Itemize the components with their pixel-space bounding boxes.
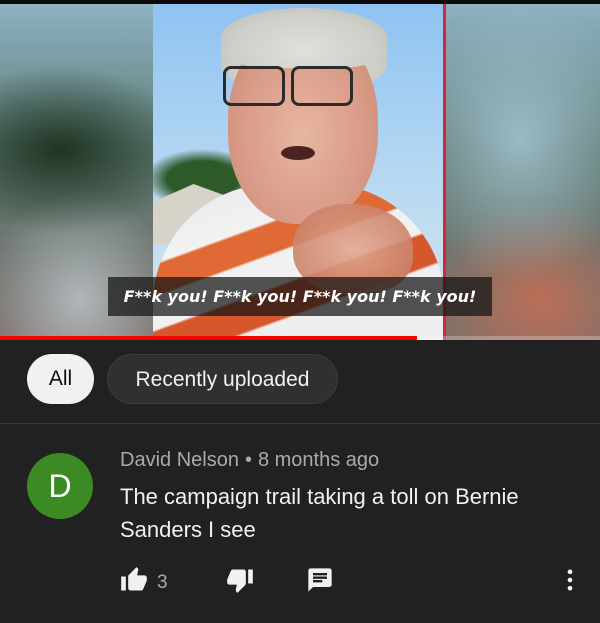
glasses-left-lens — [223, 66, 285, 106]
chip-recently-uploaded[interactable]: Recently uploaded — [107, 354, 338, 404]
like-button[interactable] — [120, 566, 148, 594]
filter-chips: All Recently uploaded — [0, 340, 600, 424]
comment-actions: 3 — [0, 564, 600, 604]
person-hair-top — [221, 8, 387, 68]
video-caption: F**k you! F**k you! F**k you! F**k you! — [108, 277, 492, 316]
comment-text: The campaign trail taking a toll on Bern… — [120, 484, 519, 542]
thumbs-down-icon — [227, 569, 253, 593]
chip-all[interactable]: All — [27, 354, 94, 404]
comment-meta: David Nelson • 8 months ago — [120, 449, 379, 472]
more-options-button[interactable] — [556, 566, 584, 594]
person-mouth — [281, 146, 315, 160]
avatar[interactable]: D — [27, 453, 93, 519]
comment-author[interactable]: David Nelson — [120, 449, 239, 471]
comment-time: 8 months ago — [257, 449, 380, 471]
glasses-right-lens — [291, 66, 353, 106]
thumbs-up-icon — [121, 567, 147, 591]
meta-separator: • — [244, 449, 252, 471]
reply-icon — [308, 568, 332, 592]
reply-button[interactable] — [306, 566, 334, 594]
comment-item: D David Nelson • 8 months ago The campaign… — [0, 424, 600, 623]
dislike-button[interactable] — [226, 566, 254, 594]
like-count: 3 — [157, 572, 168, 593]
more-vertical-icon — [567, 569, 573, 591]
video-player[interactable]: F**k you! F**k you! F**k you! F**k you! — [0, 0, 600, 340]
